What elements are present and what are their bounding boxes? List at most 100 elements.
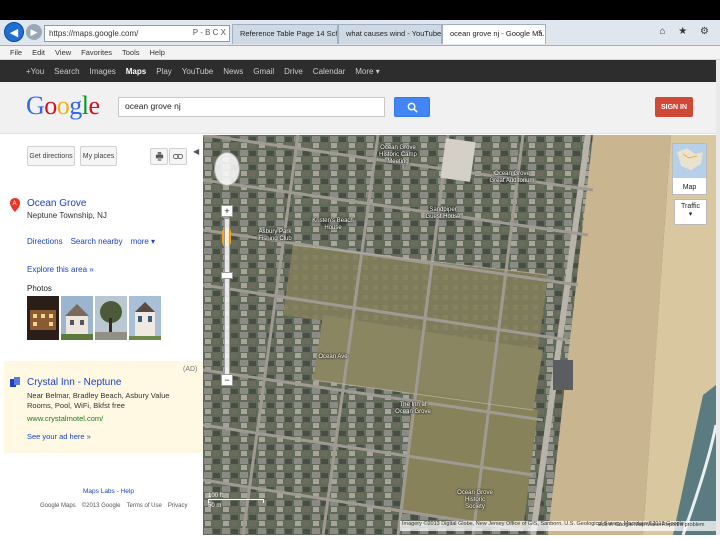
- map-type-button[interactable]: Map: [672, 143, 707, 195]
- scale-meters: 50 m: [208, 503, 222, 509]
- menu-help[interactable]: Help: [150, 48, 165, 57]
- map-scale: 100 ft 50 m: [208, 493, 264, 509]
- search-nearby-link[interactable]: Search nearby: [71, 237, 123, 246]
- map-attribution: Imagery ©2013 Digital Globe, New Jersey …: [400, 521, 716, 531]
- satellite-map[interactable]: Ocean Grove Historic Camp Meeting Ocean …: [203, 135, 716, 535]
- building-icon: [10, 377, 20, 387]
- search-icon: [407, 102, 418, 113]
- place-title[interactable]: Ocean Grove: [27, 198, 86, 209]
- link-icon: [173, 154, 183, 159]
- traffic-button[interactable]: Traffic ▾: [674, 199, 707, 225]
- map-label[interactable]: Asbury Park Fishing Club: [255, 229, 295, 243]
- close-tab-icon[interactable]: ×: [538, 29, 542, 36]
- photo-thumbnail[interactable]: [95, 296, 127, 340]
- footer-legal: Google Maps ©2013 Google Terms of Use Pr…: [40, 503, 188, 509]
- zoom-out-button[interactable]: −: [221, 374, 233, 386]
- map-label[interactable]: Ocean Grove Historic Society: [455, 490, 495, 511]
- ad-url[interactable]: www.crystalmotel.com/: [27, 414, 103, 423]
- tab-youtube-wind[interactable]: e what causes wind - YouTube: [338, 24, 442, 44]
- footer-privacy[interactable]: Privacy: [168, 503, 188, 509]
- tab-label: Reference Table Page 14 Sch...: [240, 29, 338, 38]
- footer-links[interactable]: Maps Labs - Help: [83, 488, 134, 495]
- print-icon: [155, 152, 163, 161]
- search-input[interactable]: ocean grove nj: [118, 97, 385, 117]
- menu-view[interactable]: View: [55, 48, 71, 57]
- forward-arrow-icon: ▶: [30, 26, 38, 37]
- gbar-search[interactable]: Search: [54, 67, 79, 76]
- logo-letter: g: [69, 91, 82, 120]
- map-label[interactable]: Ocean Ave: [308, 354, 358, 361]
- place-subtitle: Neptune Township, NJ: [27, 211, 107, 220]
- gbar-drive[interactable]: Drive: [284, 67, 303, 76]
- tab-label: ocean grove nj - Google Ma...: [450, 29, 546, 38]
- url-field[interactable]: https://maps.google.com/ P - B C X: [44, 25, 230, 42]
- tab-google-maps[interactable]: ocean grove nj - Google Ma... ×: [442, 24, 546, 44]
- collapse-panel-icon[interactable]: ◀: [193, 147, 199, 156]
- menu-file[interactable]: File: [10, 48, 22, 57]
- place-links: Directions Search nearby more ▾: [27, 237, 155, 246]
- gbar-news[interactable]: News: [223, 67, 243, 76]
- get-directions-button[interactable]: Get directions: [27, 146, 75, 166]
- gbar-images[interactable]: Images: [90, 67, 116, 76]
- footer-terms[interactable]: Terms of Use: [126, 503, 161, 509]
- gbar-calendar[interactable]: Calendar: [313, 67, 345, 76]
- pan-control[interactable]: [214, 152, 240, 186]
- forward-button[interactable]: ▶: [26, 24, 42, 40]
- print-button[interactable]: [150, 148, 168, 165]
- map-button-label: Map: [682, 184, 697, 191]
- gbar-play[interactable]: Play: [156, 67, 172, 76]
- edit-map-maker-link[interactable]: Edit in Google Map Maker: [598, 522, 662, 528]
- footer-copyright: ©2013 Google: [81, 503, 121, 509]
- link-button[interactable]: [169, 148, 187, 165]
- report-problem-link[interactable]: Report a problem: [662, 522, 705, 528]
- gbar-youtube[interactable]: YouTube: [182, 67, 213, 76]
- zoom-slider-handle[interactable]: [221, 272, 233, 279]
- ad-text: Near Belmar, Bradley Beach, Asbury Value…: [27, 391, 170, 410]
- search-button[interactable]: [394, 97, 430, 117]
- tab-reference-table[interactable]: Reference Table Page 14 Sch...: [232, 24, 338, 44]
- gbar-maps[interactable]: Maps: [126, 67, 146, 76]
- window-titlebar: [0, 0, 720, 20]
- google-logo[interactable]: Google: [26, 91, 100, 121]
- map-label[interactable]: Kristen's Beach House: [303, 218, 363, 232]
- marker-letter: A: [13, 201, 17, 207]
- chevron-down-icon: ▾: [688, 211, 693, 218]
- browser-toolbar-icons[interactable]: ⌂ ★ ⚙: [659, 26, 714, 37]
- logo-letter: G: [26, 91, 45, 120]
- logo-letter: o: [56, 91, 70, 120]
- sign-in-button[interactable]: SIGN IN: [655, 97, 693, 117]
- gbar-more[interactable]: More ▾: [355, 67, 379, 76]
- map-label[interactable]: Ocean Grove Historic Camp Meeting: [373, 145, 423, 166]
- satellite-imagery: [203, 135, 716, 535]
- my-places-button[interactable]: My places: [80, 146, 117, 166]
- photo-thumbnail[interactable]: [27, 296, 59, 340]
- back-button[interactable]: ◀: [4, 22, 24, 42]
- zoom-in-button[interactable]: +: [221, 205, 233, 217]
- page-scrollbar[interactable]: [716, 60, 720, 535]
- menu-favorites[interactable]: Favorites: [81, 48, 112, 57]
- photo-thumbnail[interactable]: [61, 296, 93, 340]
- gbar-gmail[interactable]: Gmail: [253, 67, 274, 76]
- photos-label: Photos: [27, 284, 52, 293]
- directions-link[interactable]: Directions: [27, 237, 63, 246]
- more-link[interactable]: more ▾: [131, 237, 155, 246]
- url-controls[interactable]: P - B C X: [193, 28, 226, 37]
- map-label[interactable]: The Inn at Ocean Grove: [393, 402, 433, 416]
- zoom-slider[interactable]: [224, 218, 230, 378]
- google-bar: +You Search Images Maps Play YouTube New…: [0, 60, 716, 82]
- photo-thumbnail[interactable]: [129, 296, 161, 340]
- ad-title[interactable]: Crystal Inn - Neptune: [27, 377, 122, 388]
- gbar-you[interactable]: +You: [26, 67, 44, 76]
- menu-edit[interactable]: Edit: [32, 48, 45, 57]
- url-text: https://maps.google.com/: [49, 29, 139, 38]
- logo-letter: e: [88, 91, 101, 120]
- menu-tools[interactable]: Tools: [122, 48, 140, 57]
- ad-label: (AD): [183, 366, 198, 373]
- tab-label: what causes wind - YouTube: [346, 29, 442, 38]
- map-label[interactable]: Ocean Grove Great Auditorium: [488, 171, 536, 185]
- logo-letter: o: [44, 91, 57, 120]
- traffic-label: Traffic: [680, 203, 701, 210]
- map-label[interactable]: Sandpiper Guest House: [423, 207, 463, 221]
- see-your-ad-link[interactable]: See your ad here »: [27, 432, 91, 441]
- explore-area-link[interactable]: Explore this area »: [27, 265, 94, 274]
